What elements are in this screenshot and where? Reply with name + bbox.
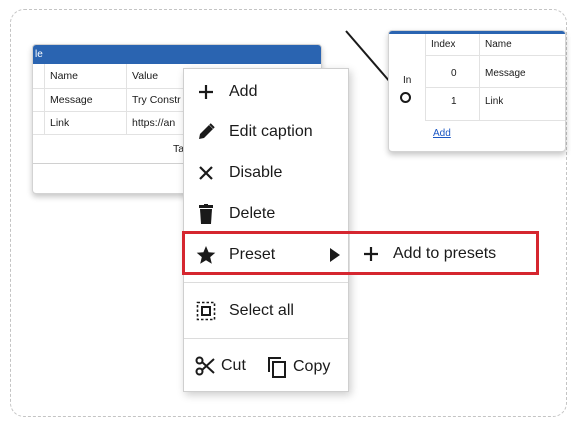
plus-icon bbox=[362, 245, 380, 263]
table-cell[interactable]: Message bbox=[50, 88, 93, 112]
menu-item-preset[interactable]: Preset bbox=[184, 235, 348, 275]
menu-item-label: Delete bbox=[229, 205, 276, 222]
cut-button[interactable]: Cut bbox=[195, 356, 246, 376]
menu-item-select-all[interactable]: Select all bbox=[184, 291, 348, 331]
menu-item-delete[interactable]: Delete bbox=[184, 194, 348, 234]
column-header-name: Name bbox=[485, 39, 512, 50]
submenu-arrow-icon bbox=[330, 248, 340, 262]
copy-icon bbox=[267, 356, 287, 378]
menu-item-edit-caption[interactable]: Edit caption bbox=[184, 112, 348, 152]
table-node-right[interactable]: In Index Name 0 Message 1 Link Add bbox=[388, 30, 566, 152]
column-header-value: Value bbox=[132, 70, 159, 82]
submenu-item-add-to-presets[interactable]: Add to presets bbox=[350, 245, 496, 263]
menu-separator bbox=[184, 282, 348, 283]
trash-icon bbox=[195, 203, 217, 225]
cut-label: Cut bbox=[221, 357, 246, 374]
menu-item-label: Edit caption bbox=[229, 123, 313, 140]
submenu-item-label: Add to presets bbox=[393, 245, 497, 262]
menu-item-disable[interactable]: Disable bbox=[184, 153, 348, 193]
copy-button[interactable]: Copy bbox=[267, 356, 330, 378]
node-header[interactable]: le bbox=[33, 45, 321, 64]
column-header-name: Name bbox=[50, 70, 79, 82]
table-cell[interactable]: https://an bbox=[132, 111, 188, 135]
menu-item-label: Select all bbox=[229, 302, 294, 319]
menu-item-label: Preset bbox=[229, 246, 276, 263]
add-row-link[interactable]: Add bbox=[433, 128, 451, 139]
table-cell[interactable]: 0 bbox=[451, 62, 457, 86]
node-title: le bbox=[35, 49, 43, 60]
menu-item-add[interactable]: Add bbox=[184, 72, 348, 112]
menu-item-label: Add bbox=[229, 83, 258, 100]
table-cell[interactable]: 1 bbox=[451, 90, 457, 114]
table-cell[interactable]: Message bbox=[485, 62, 526, 86]
copy-label: Copy bbox=[293, 358, 331, 375]
menu-separator bbox=[184, 233, 348, 234]
context-menu: Add Edit caption Disable Delete Preset S… bbox=[183, 68, 349, 392]
column-header-index: Index bbox=[431, 39, 456, 50]
table-cell[interactable]: Link bbox=[485, 90, 503, 114]
select-all-icon bbox=[195, 300, 217, 322]
table-cell[interactable]: Link bbox=[50, 111, 69, 135]
star-icon bbox=[195, 244, 217, 266]
menu-separator bbox=[184, 338, 348, 339]
plus-icon bbox=[195, 81, 217, 103]
table-cell[interactable]: Try Constr bbox=[132, 88, 188, 112]
x-icon bbox=[195, 162, 217, 184]
properties-grid: Index Name 0 Message 1 Link bbox=[389, 34, 565, 144]
menu-item-label: Disable bbox=[229, 164, 283, 181]
pencil-icon bbox=[195, 121, 217, 143]
preset-submenu: Add to presets bbox=[350, 234, 538, 274]
scissors-icon bbox=[195, 356, 215, 376]
